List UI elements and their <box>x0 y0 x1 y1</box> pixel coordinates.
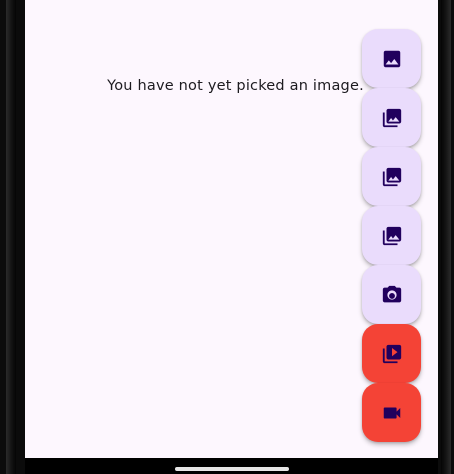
device-bezel-right <box>441 0 451 474</box>
record-video-button[interactable] <box>362 383 421 442</box>
videocam-icon <box>383 407 400 418</box>
device-frame: You have not yet picked an image. <box>0 0 454 474</box>
pick-multi-image-button[interactable] <box>362 88 421 147</box>
take-photo-button[interactable] <box>362 265 421 324</box>
pick-image-button[interactable] <box>362 29 421 88</box>
photo-library-icon <box>382 226 401 245</box>
pick-multi-media-button[interactable] <box>362 206 421 265</box>
pick-video-button[interactable] <box>362 324 421 383</box>
navigation-bar <box>25 458 438 474</box>
photo-library-icon <box>382 167 401 186</box>
video-library-icon <box>382 344 401 363</box>
device-bezel-left <box>6 0 16 474</box>
camera-icon <box>382 285 401 302</box>
pick-media-button[interactable] <box>362 147 421 206</box>
app-screen: You have not yet picked an image. <box>25 0 438 458</box>
photo-library-icon <box>382 108 401 127</box>
home-gesture-handle[interactable] <box>175 467 289 471</box>
image-icon <box>383 50 400 67</box>
